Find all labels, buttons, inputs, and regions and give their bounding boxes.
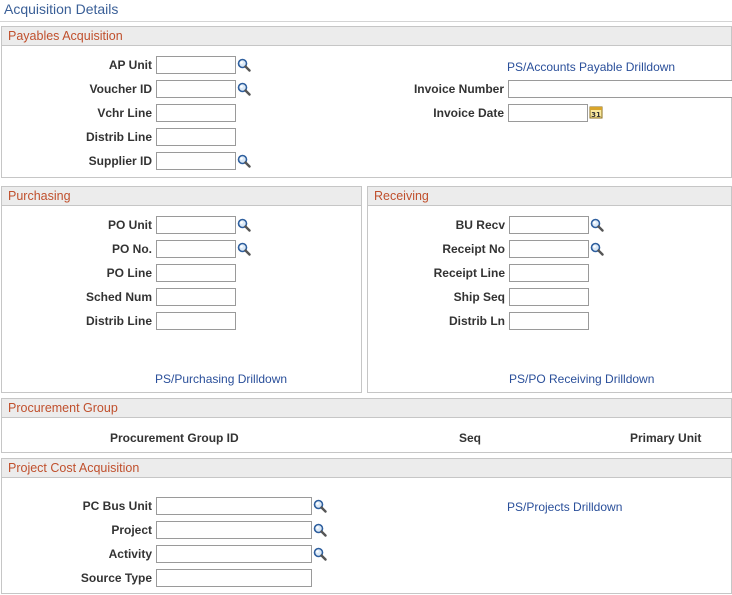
invoice-date-input[interactable] [508,104,588,122]
purchasing-distrib-line-label: Distrib Line [85,314,152,328]
receipt-line-label: Receipt Line [433,266,505,280]
distrib-ln-label: Distrib Ln [449,314,505,328]
source-type-label: Source Type [80,571,152,585]
seq-column: Seq [459,431,482,445]
invoice-number-input[interactable] [508,80,732,98]
project-cost-acquisition-section: Project Cost Acquisition PC Bus Unit Pro… [1,458,732,594]
distrib-line-label: Distrib Line [85,130,152,144]
purchasing-drilldown-link[interactable]: PS/Purchasing Drilldown [155,372,287,386]
invoice-number-label: Invoice Number [413,82,504,96]
supplier-id-label: Supplier ID [88,154,152,168]
bu-recv-lookup-icon[interactable] [590,218,604,232]
project-input[interactable] [156,521,312,539]
project-label: Project [111,523,152,537]
activity-input[interactable] [156,545,312,563]
receipt-no-label: Receipt No [442,242,505,256]
po-no-input[interactable] [156,240,236,258]
receipt-no-input[interactable] [509,240,589,258]
supplier-id-input[interactable] [156,152,236,170]
procurement-group-section: Procurement Group Procurement Group ID S… [1,398,732,453]
po-no-label: PO No. [111,242,152,256]
po-receiving-drilldown-link[interactable]: PS/PO Receiving Drilldown [509,372,654,386]
receiving-header: Receiving [368,187,731,206]
po-unit-lookup-icon[interactable] [237,218,251,232]
ap-unit-lookup-icon[interactable] [237,58,251,72]
po-unit-input[interactable] [156,216,236,234]
project-cost-acquisition-header: Project Cost Acquisition [2,459,731,478]
procurement-group-header: Procurement Group [2,399,731,418]
accounts-payable-drilldown-link[interactable]: PS/Accounts Payable Drilldown [507,60,675,74]
procurement-group-id-column: Procurement Group ID [110,431,239,445]
po-no-lookup-icon[interactable] [237,242,251,256]
source-type-input[interactable] [156,569,312,587]
purchasing-distrib-line-input[interactable] [156,312,236,330]
bu-recv-input[interactable] [509,216,589,234]
page-title: Acquisition Details [4,1,119,17]
supplier-id-lookup-icon[interactable] [237,154,251,168]
sched-num-label: Sched Num [85,290,152,304]
voucher-id-lookup-icon[interactable] [237,82,251,96]
purchasing-header: Purchasing [2,187,361,206]
voucher-id-input[interactable] [156,80,236,98]
activity-lookup-icon[interactable] [313,547,327,561]
projects-drilldown-link[interactable]: PS/Projects Drilldown [507,500,622,514]
ship-seq-label: Ship Seq [453,290,505,304]
ap-unit-input[interactable] [156,56,236,74]
distrib-line-input[interactable] [156,128,236,146]
title-divider [0,21,732,22]
voucher-id-label: Voucher ID [89,82,152,96]
distrib-ln-input[interactable] [509,312,589,330]
po-line-label: PO Line [106,266,152,280]
activity-label: Activity [108,547,152,561]
invoice-date-label: Invoice Date [433,106,504,120]
purchasing-section: Purchasing PO Unit PO No. PO Line Sched … [1,186,362,393]
receipt-no-lookup-icon[interactable] [590,242,604,256]
vchr-line-input[interactable] [156,104,236,122]
receiving-section: Receiving BU Recv Receipt No Receipt Lin… [367,186,732,393]
project-lookup-icon[interactable] [313,523,327,537]
ship-seq-input[interactable] [509,288,589,306]
bu-recv-label: BU Recv [455,218,505,232]
payables-acquisition-section: Payables Acquisition AP Unit Voucher ID … [1,26,732,178]
calendar-icon[interactable] [589,105,603,119]
pc-bus-unit-input[interactable] [156,497,312,515]
vchr-line-label: Vchr Line [97,106,152,120]
sched-num-input[interactable] [156,288,236,306]
po-unit-label: PO Unit [108,218,152,232]
po-line-input[interactable] [156,264,236,282]
primary-unit-column: Primary Unit [630,431,702,445]
pc-bus-unit-label: PC Bus Unit [82,499,152,513]
receipt-line-input[interactable] [509,264,589,282]
pc-bus-unit-lookup-icon[interactable] [313,499,327,513]
ap-unit-label: AP Unit [108,58,152,72]
payables-acquisition-header: Payables Acquisition [2,27,731,46]
